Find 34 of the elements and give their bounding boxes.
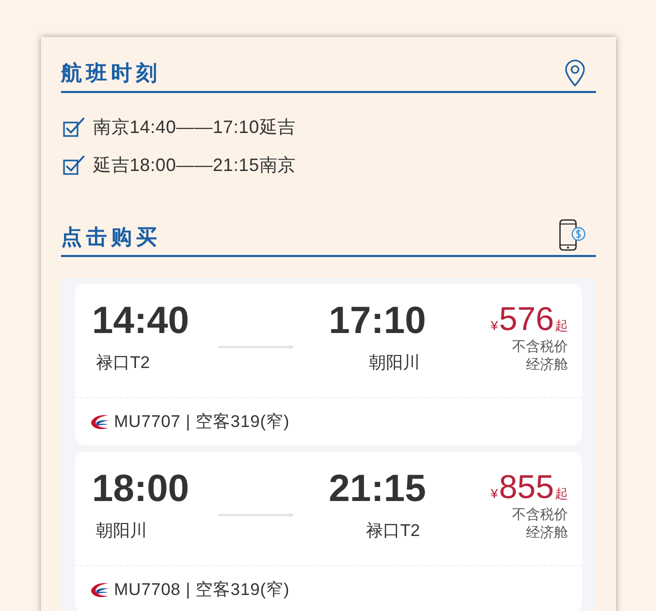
departure-airport: 朝阳川 bbox=[95, 521, 147, 541]
flight-schedule-text: 延吉18:00——21:15南京 bbox=[93, 154, 296, 176]
section-title: 点击购买 bbox=[61, 225, 161, 251]
arrival-airport: 禄口T2 bbox=[366, 521, 421, 541]
arrival-time: 21:15 bbox=[328, 469, 426, 509]
cabin-class: 经济舱 bbox=[526, 523, 568, 541]
arrival-time: 17:10 bbox=[328, 301, 426, 341]
flight-schedule-text: 南京14:40——17:10延吉 bbox=[93, 116, 296, 138]
checkbox-icon[interactable] bbox=[63, 117, 85, 137]
currency-symbol: ¥ bbox=[490, 318, 498, 334]
flight-card[interactable]: 18:00 朝阳川 21:15 禄口T2 ¥855起 不含税价 经济舱 MU7708 | 空客319(窄) bbox=[75, 452, 582, 611]
location-pin-icon[interactable] bbox=[564, 59, 586, 87]
airline-logo-icon bbox=[90, 414, 109, 430]
tax-note: 不含税价 bbox=[512, 505, 568, 523]
flight-number-aircraft: MU7708 | 空客319(窄) bbox=[114, 580, 290, 600]
phone-payment-icon[interactable] bbox=[559, 219, 586, 251]
arrow-icon bbox=[218, 344, 295, 350]
cabin-class: 经济舱 bbox=[526, 355, 568, 373]
departure-time: 14:40 bbox=[92, 301, 190, 341]
price-amount: 855 bbox=[498, 469, 554, 505]
flight-card[interactable]: 14:40 禄口T2 17:10 朝阳川 ¥576 起 不含税价 经济舱 MU7707 | 空客319(窄) bbox=[75, 284, 582, 445]
section-title: 航班时刻 bbox=[61, 61, 161, 87]
checkbox-icon[interactable] bbox=[63, 155, 85, 175]
currency-symbol: ¥ bbox=[490, 486, 498, 502]
arrow-icon bbox=[218, 512, 295, 518]
arrival-airport: 朝阳川 bbox=[369, 353, 421, 373]
price-suffix: 起 bbox=[555, 318, 568, 334]
airline-logo-icon bbox=[90, 582, 109, 598]
flight-number-aircraft: MU7707 | 空客319(窄) bbox=[114, 412, 290, 432]
departure-airport: 禄口T2 bbox=[95, 353, 150, 373]
price-amount: 576 bbox=[498, 301, 554, 337]
departure-time: 18:00 bbox=[92, 469, 190, 509]
tax-note: 不含税价 bbox=[512, 337, 568, 355]
price-suffix: 起 bbox=[555, 486, 568, 502]
